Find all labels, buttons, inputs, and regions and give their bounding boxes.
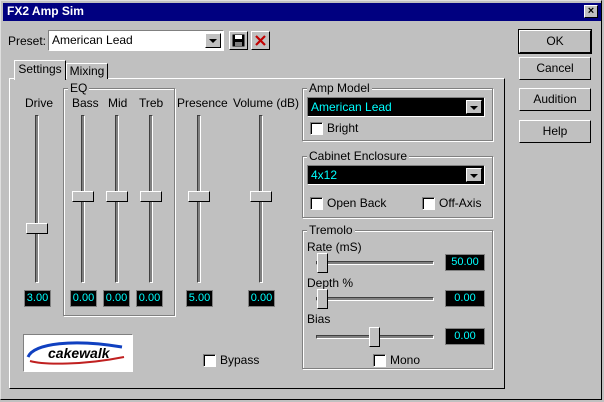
bypass-checkbox[interactable] [203,354,216,367]
treb-label: Treb [139,96,164,110]
amp-model-label: Amp Model [307,81,372,95]
mid-slider-thumb[interactable] [106,191,128,202]
presence-slider-thumb[interactable] [188,191,210,202]
cakewalk-logo-text: cakewalk [48,345,110,361]
bass-slider-thumb[interactable] [72,191,94,202]
eq-group [63,88,175,316]
tremolo-label: Tremolo [307,223,355,237]
off-axis-checkbox[interactable] [422,197,435,210]
ok-button[interactable]: OK [518,29,592,54]
depth-label: Depth % [307,276,354,290]
help-button[interactable]: Help [519,120,591,143]
audition-button[interactable]: Audition [519,88,591,111]
amp-model-value: American Lead [311,100,392,114]
preset-value: American Lead [52,33,133,47]
delete-x-icon [255,35,266,46]
tab-settings[interactable]: Settings [14,60,66,80]
treb-slider-thumb[interactable] [140,191,162,202]
rate-value[interactable]: 50.00 [445,254,485,271]
mono-label: Mono [390,353,421,367]
tab-settings-label: Settings [18,62,62,76]
title-bar: FX2 Amp Sim × [3,3,601,21]
drive-label: Drive [25,96,54,110]
depth-slider-track[interactable] [316,297,434,301]
delete-preset-button[interactable] [251,31,270,50]
save-preset-button[interactable] [229,31,248,50]
close-button[interactable]: × [584,5,598,18]
drive-value[interactable]: 3.00 [24,290,51,307]
cabinet-dropdown[interactable]: 4x12 [307,165,485,185]
volume-label: Volume (dB) [233,96,300,110]
chevron-down-icon[interactable] [466,100,482,114]
drive-slider-track[interactable] [35,115,39,283]
open-back-checkbox[interactable] [310,197,323,210]
bass-value[interactable]: 0.00 [70,290,97,307]
bias-value[interactable]: 0.00 [445,328,485,345]
mid-label: Mid [108,96,128,110]
bright-checkbox[interactable] [310,122,323,135]
cancel-button[interactable]: Cancel [519,57,591,80]
preset-label: Preset: [8,34,47,48]
bias-label: Bias [307,312,331,326]
chevron-down-icon[interactable] [466,168,482,182]
depth-slider-thumb[interactable] [317,289,328,309]
close-icon: × [587,5,595,17]
bias-slider-thumb[interactable] [369,327,380,347]
rate-slider-track[interactable] [316,261,434,265]
tab-mixing-label: Mixing [69,64,105,78]
open-back-label: Open Back [327,196,387,210]
eq-group-label: EQ [68,81,90,95]
volume-value[interactable]: 0.00 [248,290,275,307]
presence-label: Presence [177,96,228,110]
cabinet-value: 4x12 [311,168,338,182]
treb-value[interactable]: 0.00 [136,290,163,307]
presence-value[interactable]: 5.00 [186,290,213,307]
bright-label: Bright [327,121,359,135]
off-axis-label: Off-Axis [439,196,482,210]
bass-label: Bass [72,96,99,110]
chevron-down-icon[interactable] [205,33,221,48]
tab-mixing[interactable]: Mixing [66,63,108,79]
amp-sim-dialog: FX2 Amp Sim × Preset: American Lead OK C… [0,0,602,400]
rate-slider-thumb[interactable] [317,253,328,273]
depth-value[interactable]: 0.00 [445,290,485,307]
amp-model-dropdown[interactable]: American Lead [307,97,485,117]
window-title: FX2 Amp Sim [7,4,84,18]
drive-slider-thumb[interactable] [26,223,48,234]
rate-label: Rate (mS) [307,240,362,254]
mono-checkbox[interactable] [373,354,386,367]
preset-dropdown[interactable]: American Lead [48,30,224,51]
bypass-label: Bypass [220,353,260,367]
floppy-disk-icon [232,34,245,47]
mid-value[interactable]: 0.00 [103,290,130,307]
cakewalk-logo: cakewalk [23,334,133,372]
volume-slider-thumb[interactable] [250,191,272,202]
cabinet-label: Cabinet Enclosure [307,149,410,163]
